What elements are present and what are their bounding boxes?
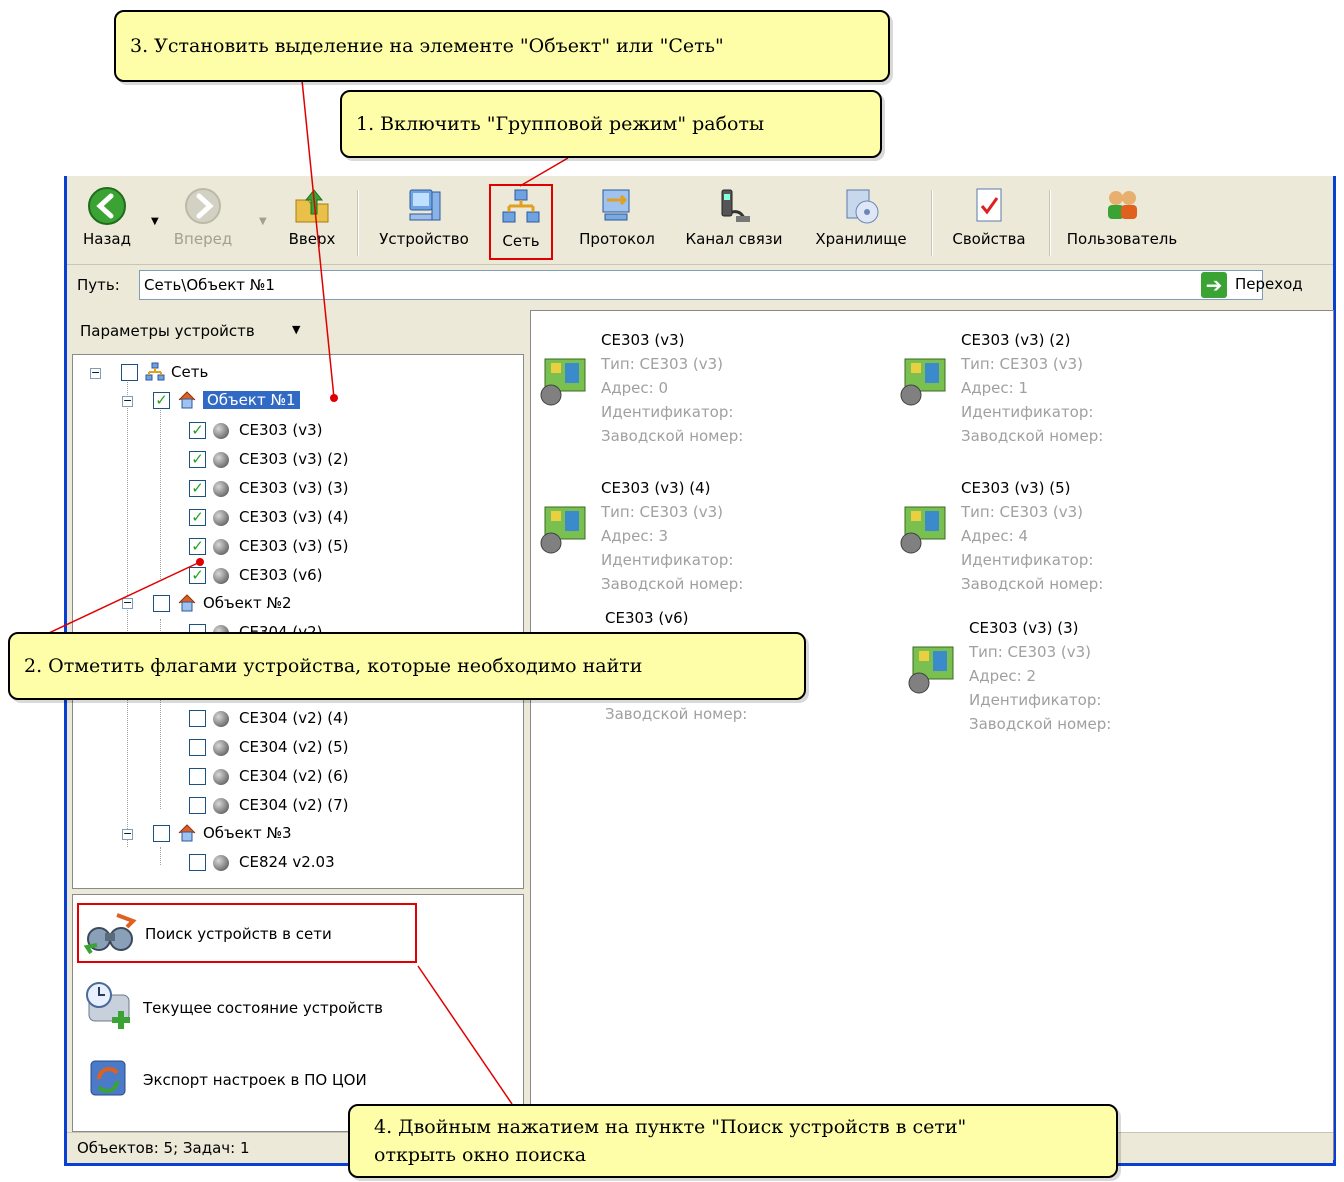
phone-icon	[721, 189, 750, 222]
up-button[interactable]: Вверх	[279, 184, 345, 260]
toolbar-separator	[1049, 190, 1051, 256]
checkbox-checked[interactable]: ✓	[189, 422, 206, 439]
collapse-icon[interactable]: −	[122, 395, 133, 407]
checkbox-checked[interactable]: ✓	[189, 567, 206, 584]
meter-device-icon	[900, 506, 946, 554]
collapse-icon[interactable]: −	[122, 597, 133, 609]
house-icon	[178, 391, 196, 409]
device-item[interactable]: CE303 (v3) (2) Тип: CE303 (v3) Адрес: 1 …	[899, 331, 1199, 471]
task-search-devices[interactable]: Поиск устройств в сети	[77, 903, 417, 963]
meter-device-icon	[908, 646, 954, 694]
properties-icon	[976, 188, 1002, 222]
meter-icon	[213, 855, 229, 871]
path-label: Путь:	[77, 276, 120, 294]
checkbox-checked[interactable]: ✓	[153, 392, 170, 409]
device-button[interactable]: Устройство	[367, 184, 481, 260]
tree-line	[127, 377, 128, 847]
toolbar-separator	[931, 190, 933, 256]
export-icon	[90, 1060, 126, 1096]
checkbox[interactable]	[189, 768, 206, 785]
callout-step-4: 4. Двойным нажатием на пункте "Поиск уст…	[348, 1104, 1118, 1178]
go-arrow-icon: ➔	[1201, 272, 1227, 298]
back-dropdown-icon[interactable]: ▼	[151, 216, 159, 227]
device-item[interactable]: CE303 (v3) (3) Тип: CE303 (v3) Адрес: 2 …	[907, 619, 1207, 759]
checkbox[interactable]	[189, 739, 206, 756]
users-button[interactable]: Пользователь	[1057, 184, 1187, 260]
channel-button[interactable]: Канал связи	[675, 184, 793, 260]
meter-icon	[213, 423, 229, 439]
device-tree: − Сеть − ✓ Объект №1 ✓ CE303 (v3) ✓ CE303 …	[72, 354, 524, 889]
meter-device-icon	[900, 358, 946, 406]
checkbox[interactable]	[121, 364, 138, 381]
meter-icon	[213, 798, 229, 814]
path-input[interactable]: Сеть\Объект №1	[139, 270, 1263, 300]
forward-button[interactable]: Вперед	[167, 184, 239, 260]
checkbox[interactable]	[189, 710, 206, 727]
checkbox[interactable]	[153, 595, 170, 612]
meter-icon	[213, 510, 229, 526]
forward-arrow-icon	[185, 188, 221, 224]
computer-icon	[409, 189, 441, 221]
chevron-down-icon: ▼	[292, 323, 301, 336]
properties-button[interactable]: Свойства	[939, 184, 1039, 260]
meter-icon	[213, 711, 229, 727]
collapse-icon[interactable]: −	[90, 367, 101, 379]
house-icon	[178, 824, 196, 842]
tree-line	[160, 405, 161, 581]
house-icon	[178, 594, 196, 612]
checkbox-checked[interactable]: ✓	[189, 509, 206, 526]
clock-scroll-icon	[86, 982, 130, 1029]
checkbox[interactable]	[189, 797, 206, 814]
meter-icon	[213, 568, 229, 584]
device-item[interactable]: CE303 (v3) (5) Тип: CE303 (v3) Адрес: 4 …	[899, 479, 1199, 619]
meter-icon	[213, 452, 229, 468]
callout-step-3: 3. Установить выделение на элементе "Объ…	[114, 10, 890, 82]
meter-icon	[213, 481, 229, 497]
checkbox[interactable]	[189, 854, 206, 871]
network-icon	[145, 362, 165, 381]
checkbox[interactable]	[153, 825, 170, 842]
folder-up-icon	[295, 189, 329, 223]
task-panel: Поиск устройств в сети Текущее состояние…	[72, 894, 524, 1132]
binoculars-icon	[83, 913, 137, 955]
tree-line	[160, 847, 161, 865]
toolbar-separator	[357, 190, 359, 256]
protocol-icon	[602, 189, 630, 221]
network-icon	[502, 189, 540, 223]
checkbox-checked[interactable]: ✓	[189, 538, 206, 555]
status-text: Объектов: 5; Задач: 1	[77, 1139, 250, 1157]
network-button[interactable]: Сеть	[489, 184, 553, 260]
checkbox-checked[interactable]: ✓	[189, 480, 206, 497]
forward-dropdown-icon[interactable]: ▼	[259, 216, 267, 227]
go-button[interactable]: ➔ Переход	[1201, 270, 1331, 300]
meter-icon	[213, 740, 229, 756]
device-list-view: CE303 (v3) Тип: CE303 (v3) Адрес: 0 Иден…	[530, 310, 1334, 1160]
device-params-dropdown[interactable]: Параметры устройств ▼	[74, 310, 526, 354]
device-item[interactable]: CE303 (v3) Тип: CE303 (v3) Адрес: 0 Иден…	[539, 331, 839, 471]
storage-icon	[846, 189, 879, 224]
meter-icon	[213, 539, 229, 555]
protocol-button[interactable]: Протокол	[567, 184, 667, 260]
address-bar: Путь: Сеть\Объект №1 ➔ Переход	[67, 266, 1333, 306]
toolbar: Назад ▼ Вперед ▼ Вверх Устройство Сеть П…	[67, 180, 1333, 265]
back-arrow-icon	[88, 187, 126, 225]
callout-step-2: 2. Отметить флагами устройства, которые …	[8, 632, 806, 700]
device-item[interactable]: CE303 (v3) (4) Тип: CE303 (v3) Адрес: 3 …	[539, 479, 839, 619]
users-icon	[1108, 191, 1137, 219]
collapse-icon[interactable]: −	[122, 828, 133, 840]
storage-button[interactable]: Хранилище	[803, 184, 919, 260]
meter-device-icon	[540, 506, 586, 554]
callout-step-1: 1. Включить "Групповой режим" работы	[340, 90, 882, 158]
back-button[interactable]: Назад	[75, 184, 139, 260]
meter-icon	[213, 769, 229, 785]
checkbox-checked[interactable]: ✓	[189, 451, 206, 468]
meter-device-icon	[540, 358, 586, 406]
